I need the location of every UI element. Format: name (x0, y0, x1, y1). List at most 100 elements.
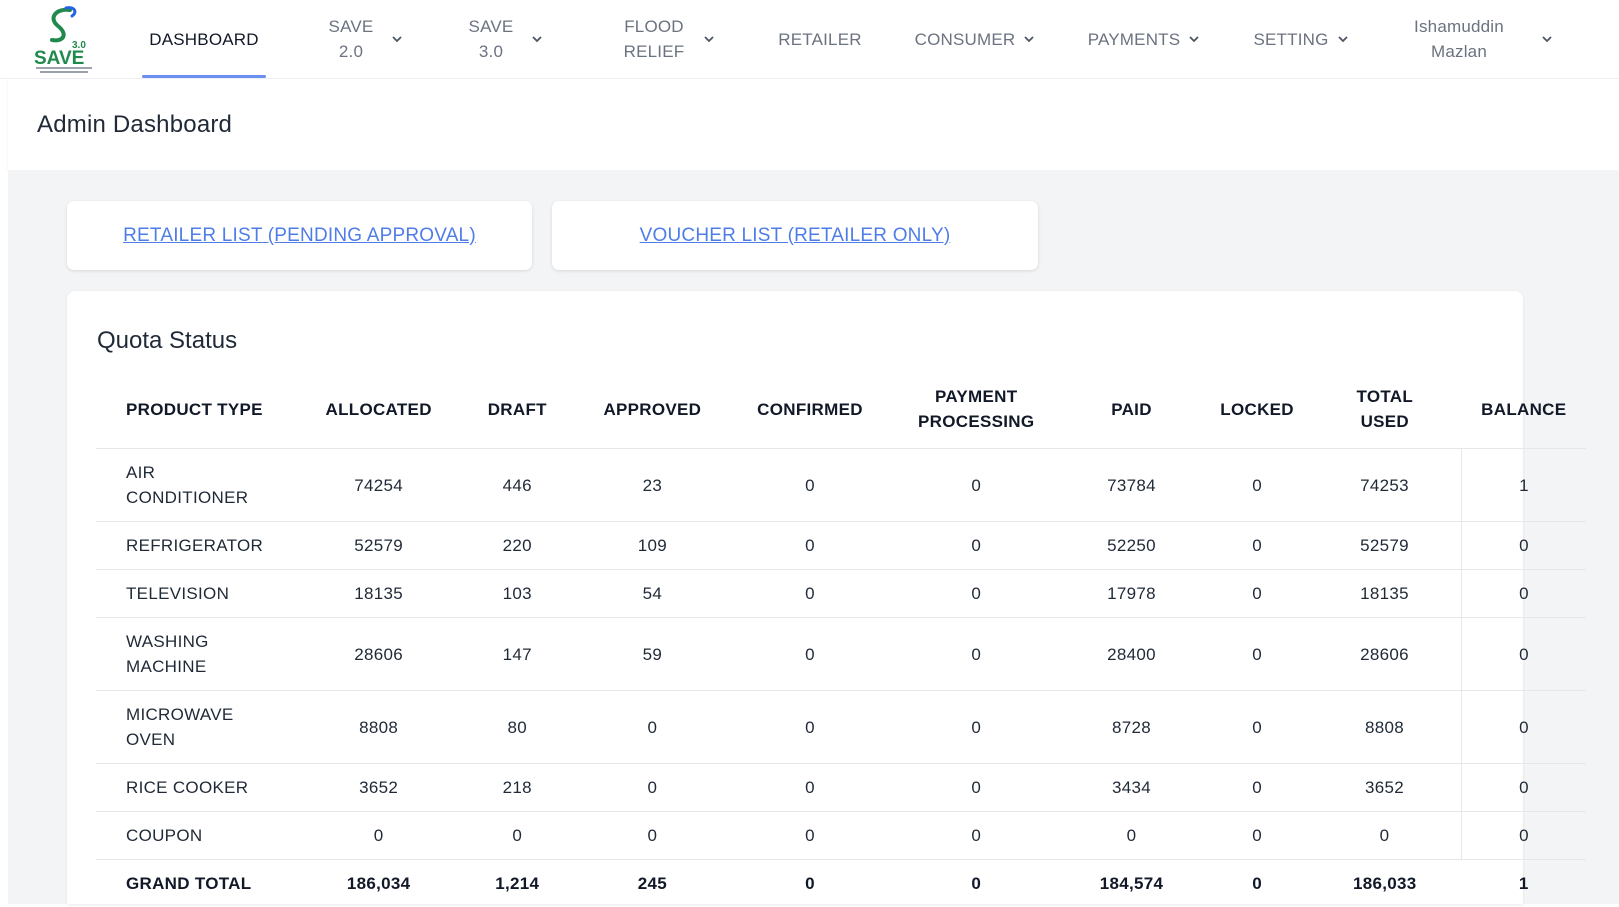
table-cell: 0 (303, 812, 454, 860)
table-cell: 52250 (1057, 522, 1206, 570)
table-cell: 28606 (1308, 618, 1462, 691)
nav-payments-label: PAYMENTS (1088, 27, 1181, 52)
table-cell: 0 (724, 812, 895, 860)
product-type-cell: RICE COOKER (96, 764, 303, 812)
table-cell: 103 (454, 570, 580, 618)
table-cell: 18135 (1308, 570, 1462, 618)
retailer-pending-card: RETAILER LIST (PENDING APPROVAL) (67, 201, 532, 270)
top-nav: 3.0 SAVE DASHBOARD SAVE 2.0 SAVE 3.0 FLO… (0, 0, 1619, 79)
table-row: COUPON000000000 (96, 812, 1586, 860)
table-cell: 73784 (1057, 449, 1206, 522)
table-cell: 3652 (1308, 764, 1462, 812)
product-type-cell: WASHING MACHINE (96, 618, 303, 691)
grand-total-cell: 1 (1462, 860, 1586, 907)
table-cell: 0 (724, 691, 895, 764)
table-cell: 0 (896, 764, 1057, 812)
table-cell: 446 (454, 449, 580, 522)
product-type-cell: REFRIGERATOR (96, 522, 303, 570)
nav-save-3[interactable]: SAVE 3.0 (458, 0, 548, 78)
nav-retailer[interactable]: RETAILER (770, 0, 870, 78)
grand-total-cell: 0 (896, 860, 1057, 907)
table-cell: 0 (580, 691, 724, 764)
nav-setting[interactable]: SETTING (1246, 0, 1356, 78)
chevron-down-icon (703, 33, 715, 45)
nav-flood-relief-label: FLOOD RELIEF (617, 14, 691, 64)
user-menu[interactable]: Ishamuddin Mazlan (1396, 0, 1560, 78)
table-cell: 147 (454, 618, 580, 691)
column-header[interactable]: BALANCE (1462, 370, 1586, 449)
product-type-cell: AIR CONDITIONER (96, 449, 303, 522)
nav-dashboard[interactable]: DASHBOARD (142, 0, 266, 78)
table-cell: 220 (454, 522, 580, 570)
table-header-row: PRODUCT TYPE ALLOCATED DRAFT APPROVED CO… (96, 370, 1586, 449)
column-header[interactable]: PAYMENT PROCESSING (896, 370, 1057, 449)
nav-consumer[interactable]: CONSUMER (910, 0, 1040, 78)
column-header[interactable]: DRAFT (454, 370, 580, 449)
nav-payments[interactable]: PAYMENTS (1082, 0, 1206, 78)
nav-dashboard-label: DASHBOARD (149, 27, 259, 52)
table-cell: 0 (580, 812, 724, 860)
table-cell: 8808 (303, 691, 454, 764)
voucher-list-link[interactable]: VOUCHER LIST (RETAILER ONLY) (640, 225, 951, 247)
table-cell: 218 (454, 764, 580, 812)
table-cell: 0 (1206, 449, 1308, 522)
column-header[interactable]: APPROVED (580, 370, 724, 449)
grand-total-label: GRAND TOTAL (96, 860, 303, 907)
chevron-down-icon (391, 33, 403, 45)
column-header[interactable]: CONFIRMED (724, 370, 895, 449)
table-cell: 0 (1308, 812, 1462, 860)
grand-total-cell: 0 (1206, 860, 1308, 907)
table-cell: 3434 (1057, 764, 1206, 812)
active-tab-indicator (142, 75, 266, 78)
table-cell: 0 (896, 812, 1057, 860)
table-cell: 0 (1206, 764, 1308, 812)
svg-text:SAVE: SAVE (34, 48, 84, 69)
table-cell: 0 (1206, 691, 1308, 764)
table-cell: 52579 (303, 522, 454, 570)
column-header[interactable]: PRODUCT TYPE (96, 370, 303, 449)
table-cell: 0 (724, 522, 895, 570)
user-name: Ishamuddin Mazlan (1403, 14, 1515, 64)
table-cell: 52579 (1308, 522, 1462, 570)
table-cell: 17978 (1057, 570, 1206, 618)
table-cell: 0 (896, 449, 1057, 522)
nav-save-2-label: SAVE 2.0 (323, 14, 379, 64)
table-cell: 80 (454, 691, 580, 764)
quota-status-table: PRODUCT TYPE ALLOCATED DRAFT APPROVED CO… (96, 370, 1586, 907)
grand-total-cell: 186,033 (1308, 860, 1462, 907)
table-cell: 0 (896, 618, 1057, 691)
table-cell: 0 (896, 522, 1057, 570)
grand-total-cell: 184,574 (1057, 860, 1206, 907)
table-row: REFRIGERATOR5257922010900522500525790 (96, 522, 1586, 570)
nav-retailer-label: RETAILER (778, 27, 861, 52)
column-header[interactable]: LOCKED (1206, 370, 1308, 449)
column-header[interactable]: TOTAL USED (1308, 370, 1462, 449)
table-cell: 0 (1206, 618, 1308, 691)
product-type-cell: COUPON (96, 812, 303, 860)
table-cell: 0 (896, 691, 1057, 764)
table-cell: 0 (1462, 812, 1586, 860)
table-cell: 109 (580, 522, 724, 570)
grand-total-cell: 0 (724, 860, 895, 907)
nav-save-3-label: SAVE 3.0 (463, 14, 519, 64)
nav-save-2[interactable]: SAVE 2.0 (318, 0, 408, 78)
save-logo[interactable]: 3.0 SAVE (34, 4, 96, 74)
table-cell: 0 (454, 812, 580, 860)
column-header[interactable]: ALLOCATED (303, 370, 454, 449)
table-cell: 1 (1462, 449, 1586, 522)
table-row: WASHING MACHINE286061475900284000286060 (96, 618, 1586, 691)
save-logo-icon: 3.0 SAVE (34, 4, 96, 74)
table-cell: 8808 (1308, 691, 1462, 764)
table-cell: 0 (1462, 691, 1586, 764)
retailer-pending-link[interactable]: RETAILER LIST (PENDING APPROVAL) (123, 225, 476, 247)
table-cell: 74254 (303, 449, 454, 522)
table-cell: 23 (580, 449, 724, 522)
nav-flood-relief[interactable]: FLOOD RELIEF (610, 0, 722, 78)
table-cell: 54 (580, 570, 724, 618)
grand-total-cell: 1,214 (454, 860, 580, 907)
column-header[interactable]: PAID (1057, 370, 1206, 449)
table-cell: 0 (1206, 570, 1308, 618)
table-cell: 74253 (1308, 449, 1462, 522)
table-cell: 0 (1206, 522, 1308, 570)
quota-status-title: Quota Status (97, 327, 237, 355)
